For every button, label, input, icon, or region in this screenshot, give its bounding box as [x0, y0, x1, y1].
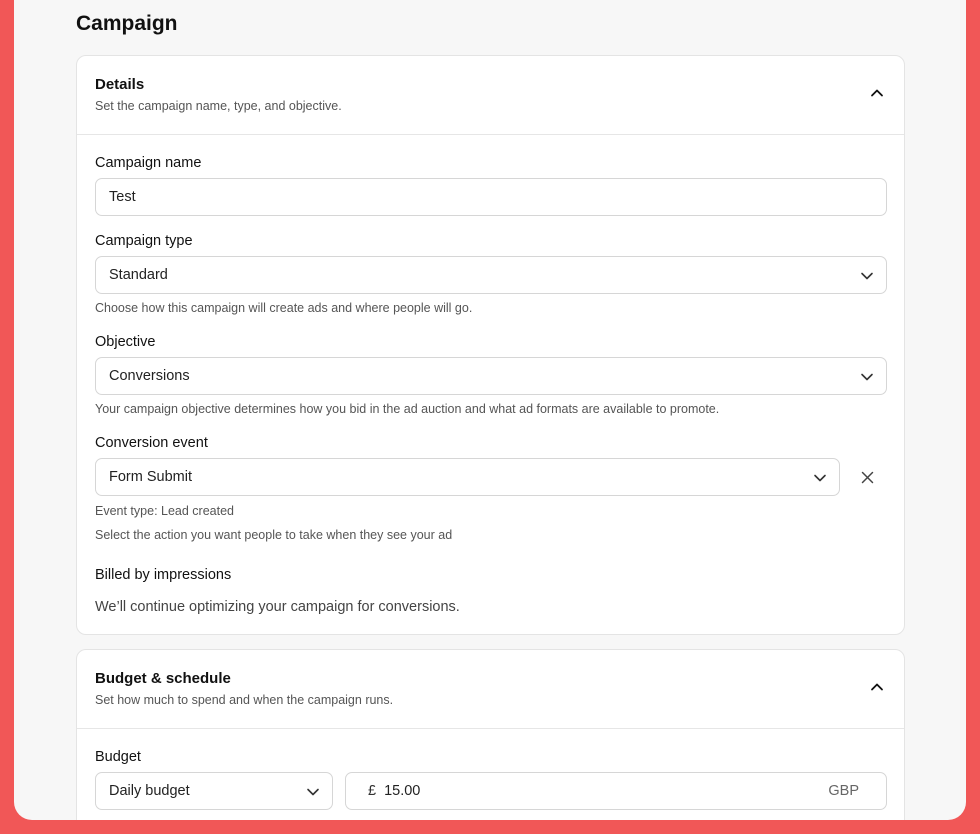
page-title: Campaign: [76, 12, 178, 35]
chevron-up-icon: [871, 89, 883, 97]
details-collapse-button[interactable]: [866, 82, 888, 104]
details-subtitle: Set the campaign name, type, and objecti…: [95, 99, 342, 113]
objective-help: Your campaign objective determines how y…: [95, 402, 720, 416]
event-type-text: Event type: Lead created: [95, 504, 234, 518]
chevron-up-icon: [871, 683, 883, 691]
objective-label: Objective: [95, 334, 156, 350]
objective-select[interactable]: Conversions: [95, 357, 887, 395]
campaign-type-value: Standard: [109, 267, 168, 283]
close-icon: [861, 471, 873, 483]
conversion-event-select[interactable]: Form Submit: [95, 458, 840, 496]
budget-title: Budget & schedule: [95, 670, 231, 687]
objective-value: Conversions: [109, 368, 190, 384]
campaign-name-value: Test: [109, 189, 136, 205]
billing-info: We’ll continue optimizing your campaign …: [95, 599, 460, 615]
campaign-type-select[interactable]: Standard: [95, 256, 887, 294]
chevron-down-icon: [814, 474, 826, 482]
campaign-name-input[interactable]: Test: [95, 178, 887, 216]
campaign-type-help: Choose how this campaign will create ads…: [95, 301, 473, 315]
clear-conversion-event-button[interactable]: [857, 467, 877, 487]
details-title: Details: [95, 76, 145, 93]
conversion-event-help: Select the action you want people to tak…: [95, 528, 453, 542]
details-header[interactable]: Details Set the campaign name, type, and…: [77, 56, 904, 135]
budget-amount-input[interactable]: £ 15.00 GBP: [345, 772, 887, 810]
budget-type-select[interactable]: Daily budget: [95, 772, 333, 810]
currency-symbol: £: [368, 783, 377, 799]
details-body: Campaign name Test Campaign type Standar…: [77, 135, 904, 634]
budget-subtitle: Set how much to spend and when the campa…: [95, 693, 394, 707]
conversion-event-label: Conversion event: [95, 435, 208, 451]
chevron-down-icon: [307, 788, 319, 796]
budget-amount-value: 15.00: [384, 783, 421, 799]
budget-body: Budget Daily budget £ 15.00 GBP: [77, 729, 904, 820]
campaign-type-label: Campaign type: [95, 233, 193, 249]
budget-header[interactable]: Budget & schedule Set how much to spend …: [77, 650, 904, 729]
budget-collapse-button[interactable]: [866, 676, 888, 698]
budget-card: Budget & schedule Set how much to spend …: [76, 649, 905, 820]
conversion-event-value: Form Submit: [109, 469, 192, 485]
currency-code: GBP: [828, 783, 859, 799]
budget-type-value: Daily budget: [109, 783, 190, 799]
app-frame: Campaign Details Set the campaign name, …: [14, 0, 966, 820]
campaign-name-label: Campaign name: [95, 155, 202, 171]
chevron-down-icon: [861, 373, 873, 381]
details-card: Details Set the campaign name, type, and…: [76, 55, 905, 635]
chevron-down-icon: [861, 272, 873, 280]
billing-label: Billed by impressions: [95, 567, 232, 583]
budget-label: Budget: [95, 749, 141, 765]
